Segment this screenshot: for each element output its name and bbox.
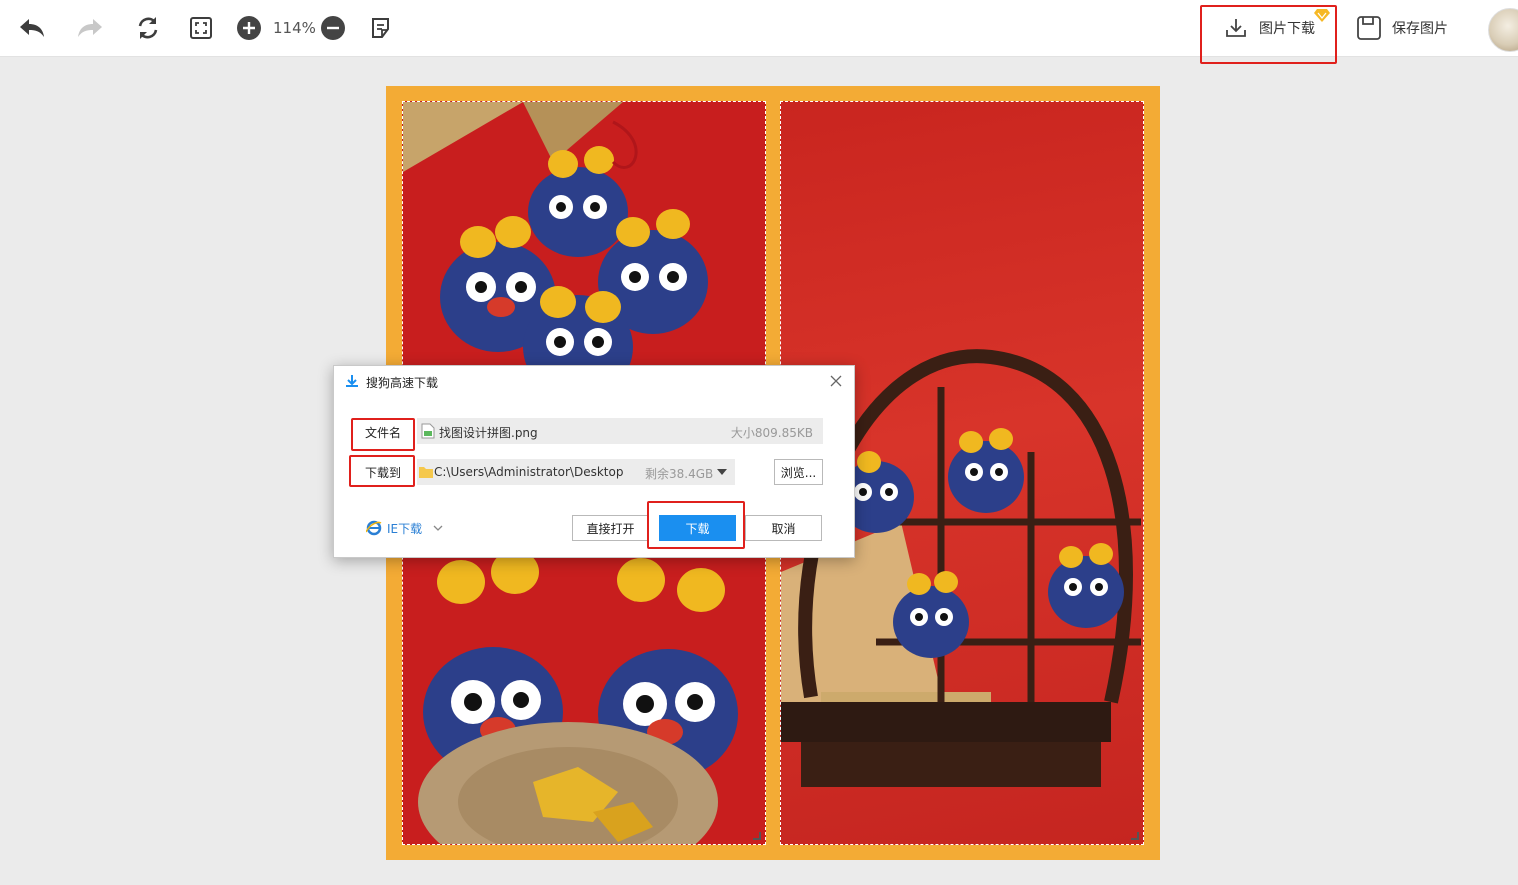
download-arrow-icon: [346, 375, 358, 387]
highlight-box-filename: [351, 418, 415, 451]
highlight-box-download: [1200, 5, 1337, 64]
highlight-box-save-to: [349, 455, 415, 487]
open-directly-button[interactable]: 直接打开: [572, 515, 649, 541]
resize-corner[interactable]: [1131, 832, 1139, 840]
refresh-icon[interactable]: [134, 14, 162, 42]
chevron-down-icon[interactable]: [433, 525, 443, 531]
zoom-in-icon[interactable]: [235, 14, 263, 42]
folder-icon: [419, 467, 433, 478]
fit-screen-icon[interactable]: [187, 14, 215, 42]
note-icon[interactable]: [367, 14, 395, 42]
filename-field[interactable]: 找图设计拼图.png 大小809.85KB: [417, 418, 823, 444]
save-path-select[interactable]: C:\Users\Administrator\Desktop 剩余38.4GB: [417, 459, 735, 485]
browse-button[interactable]: 浏览...: [774, 459, 823, 485]
undo-icon[interactable]: [18, 14, 46, 42]
highlight-box-download-button: [647, 501, 745, 549]
image-file-icon: [421, 423, 435, 439]
save-image-button[interactable]: 保存图片: [1356, 12, 1448, 44]
save-image-label: 保存图片: [1392, 21, 1448, 37]
avatar[interactable]: [1488, 8, 1518, 52]
resize-corner[interactable]: [753, 832, 761, 840]
filename-value: 找图设计拼图.png: [439, 426, 538, 440]
zoom-out-icon[interactable]: [319, 14, 347, 42]
close-icon[interactable]: [828, 373, 844, 389]
cancel-button[interactable]: 取消: [745, 515, 822, 541]
redo-icon[interactable]: [76, 14, 104, 42]
dialog-title: 搜狗高速下载: [366, 376, 439, 390]
file-size: 大小809.85KB: [730, 426, 813, 440]
dropdown-arrow-icon: [717, 469, 727, 475]
ie-logo-icon: [366, 520, 382, 536]
save-icon: [1357, 16, 1381, 40]
free-space: 剩余38.4GB: [645, 467, 714, 481]
zoom-level: 114%: [273, 19, 316, 37]
ie-download-link[interactable]: IE下载: [387, 520, 422, 537]
save-path: C:\Users\Administrator\Desktop: [434, 465, 624, 479]
